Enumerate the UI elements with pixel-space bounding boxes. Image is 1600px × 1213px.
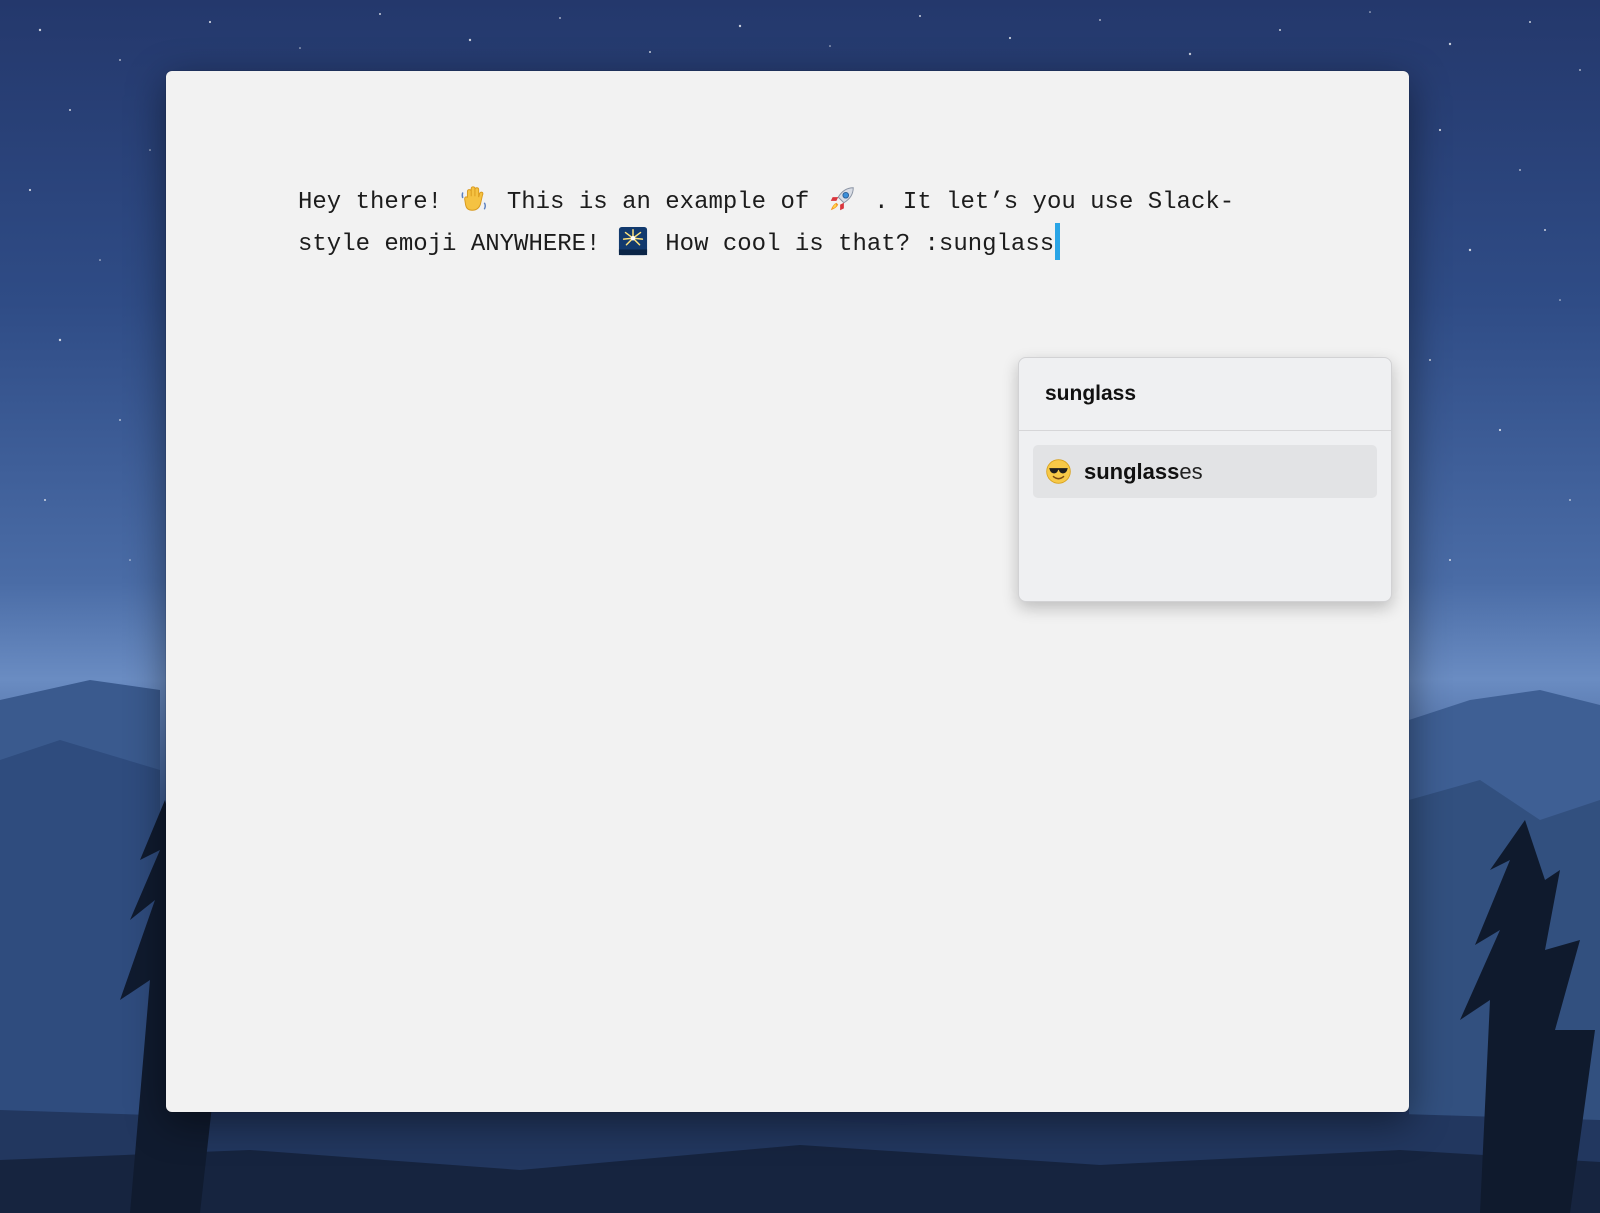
text-segment: style emoji ANYWHERE!	[298, 231, 601, 258]
text-line-1: Hey there! This is an example of . It le…	[298, 183, 1258, 223]
suggestion-item-sunglasses[interactable]: sunglasses	[1033, 445, 1377, 498]
suggestion-rest-text: es	[1179, 458, 1203, 484]
text-segment: This is an example of	[506, 189, 810, 216]
editor-window[interactable]: Hey there! This is an example of . It le…	[166, 71, 1409, 1112]
suggestion-list: sunglasses	[1019, 431, 1391, 498]
text-caret	[1055, 223, 1061, 260]
fireworks-icon	[618, 226, 648, 256]
rocket-icon	[827, 184, 857, 214]
autocomplete-query: sunglass	[1045, 382, 1137, 405]
suggestion-label: sunglasses	[1084, 459, 1203, 485]
smiling-face-with-sunglasses-icon	[1045, 458, 1072, 485]
text-segment: How cool is that? :sunglass	[665, 231, 1055, 258]
text-segment: . It let’s you use Slack-	[874, 189, 1235, 216]
text-segment: Hey there!	[298, 189, 443, 216]
editor-text-area[interactable]: Hey there! This is an example of . It le…	[298, 183, 1258, 263]
suggestion-match-text: sunglass	[1084, 458, 1180, 484]
waving-hand-icon	[459, 184, 489, 214]
emoji-autocomplete-popup[interactable]: sunglass sunglasses	[1018, 357, 1392, 602]
popup-header: sunglass	[1019, 358, 1391, 431]
text-line-2: style emoji ANYWHERE! How cool is that? …	[298, 223, 1258, 263]
